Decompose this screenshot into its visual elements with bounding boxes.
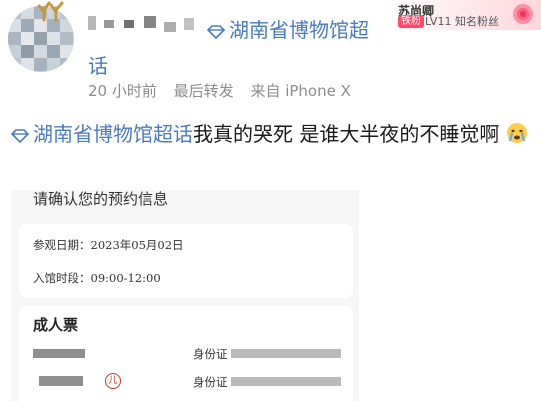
child-icon: 儿 (105, 373, 121, 389)
id-label-2: 身份证 (193, 375, 228, 389)
id-label-1: 身份证 (193, 347, 228, 361)
post-meta: 20 小时前 最后转发 来自 iPhone X (88, 80, 363, 101)
cry-emoji-icon (506, 123, 527, 143)
visitor-name-redacted (33, 349, 85, 358)
supertopic-icon (10, 128, 30, 143)
username-redacted[interactable] (88, 14, 198, 32)
post-body: 湖南省博物馆超话我真的哭死 是谁大半夜的不睡觉啊 (10, 118, 530, 150)
rose-icon (513, 4, 533, 24)
post-text: 我真的哭死 是谁大半夜的不睡觉啊 (193, 122, 500, 146)
post-time: 20 小时前 (88, 82, 157, 100)
post-action: 最后转发 (173, 82, 234, 100)
topic-link[interactable]: 湖南省博物馆超 (206, 14, 369, 42)
reservation-info-card: 参观日期：2023年05月02日 入馆时段：09:00-12:00 (19, 224, 353, 298)
fan-badge-tag: 铁粉 (398, 15, 424, 28)
embedded-screenshot[interactable]: 请确认您的预约信息 参观日期：2023年05月02日 入馆时段：09:00-12… (11, 190, 359, 401)
fan-badge-level: LV11 知名粉丝 (425, 15, 499, 28)
supertopic-icon (206, 24, 226, 39)
reservation-confirm-title: 请确认您的预约信息 (33, 190, 169, 208)
ticket-card: 成人票 身份证 儿 身份证 (19, 306, 353, 401)
ticket-type-title: 成人票 (33, 316, 79, 334)
entry-time: 入馆时段：09:00-12:00 (33, 271, 161, 285)
id-number-redacted (231, 377, 341, 386)
topic-line1[interactable]: 湖南省博物馆超 (229, 18, 369, 42)
visitor-name-redacted (39, 376, 83, 386)
visit-date: 参观日期：2023年05月02日 (33, 238, 184, 252)
topic-line2[interactable]: 话 (88, 50, 108, 79)
post-topic-link[interactable]: 湖南省博物馆超话 (33, 122, 193, 146)
post-source: 来自 iPhone X (250, 82, 351, 100)
antler-icon (38, 1, 64, 22)
id-number-redacted (231, 349, 341, 358)
